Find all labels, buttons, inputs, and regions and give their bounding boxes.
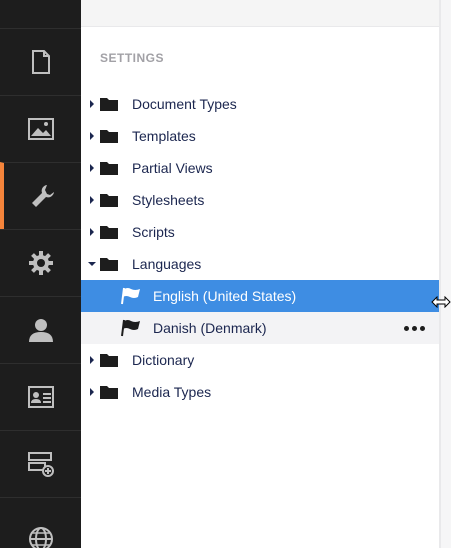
tree-item-label: Danish (Denmark) — [153, 320, 267, 336]
nav-forms[interactable] — [0, 430, 81, 497]
nav-members[interactable] — [0, 363, 81, 430]
tree-item-scripts[interactable]: Scripts — [81, 216, 439, 248]
image-icon — [27, 118, 54, 140]
id-card-icon — [27, 386, 54, 408]
tree-item-templates[interactable]: Templates — [81, 120, 439, 152]
folder-icon — [100, 386, 118, 399]
tree-item-languages[interactable]: Languages — [81, 248, 439, 280]
tree-item-label: Templates — [132, 128, 196, 144]
caret-right-icon[interactable] — [87, 99, 97, 109]
caret-right-icon[interactable] — [87, 131, 97, 141]
tree-item-stylesheets[interactable]: Stylesheets — [81, 184, 439, 216]
tree-item-english-united-states[interactable]: English (United States) — [81, 280, 439, 312]
tree-item-label: Partial Views — [132, 160, 213, 176]
tree-item-label: Scripts — [132, 224, 175, 240]
tree-item-dictionary[interactable]: Dictionary — [81, 344, 439, 376]
nav-users[interactable] — [0, 296, 81, 363]
document-icon — [31, 50, 50, 74]
folder-icon — [100, 162, 118, 175]
more-actions-icon[interactable] — [404, 322, 425, 334]
tree-item-document-types[interactable]: Document Types — [81, 88, 439, 120]
tree-item-partial-views[interactable]: Partial Views — [81, 152, 439, 184]
globe-icon — [28, 527, 53, 548]
tree-item-label: Dictionary — [132, 352, 195, 368]
caret-right-icon[interactable] — [87, 195, 97, 205]
folder-icon — [100, 130, 118, 143]
folder-icon — [100, 258, 118, 271]
section-title: SETTINGS — [100, 51, 165, 65]
caret-right-icon[interactable] — [87, 227, 97, 237]
tree-item-label: Languages — [132, 256, 202, 272]
folder-icon — [100, 98, 118, 111]
editor-area — [441, 0, 451, 548]
resize-cursor-icon — [431, 296, 451, 308]
caret-right-icon[interactable] — [87, 355, 97, 365]
forms-icon — [27, 452, 54, 477]
caret-down-icon[interactable] — [87, 259, 97, 269]
section-nav-rail — [0, 0, 81, 548]
nav-media[interactable] — [0, 95, 81, 162]
tree-item-label: Stylesheets — [132, 192, 205, 208]
flag-icon — [121, 319, 140, 337]
tree-item-label: English (United States) — [153, 288, 297, 304]
nav-translation[interactable] — [0, 497, 81, 548]
folder-icon — [100, 226, 118, 239]
flag-icon — [121, 287, 140, 305]
panel-header-strip — [81, 0, 439, 27]
folder-icon — [100, 194, 118, 207]
wrench-icon — [31, 185, 54, 207]
nav-settings[interactable] — [0, 162, 81, 229]
settings-tree-panel: SETTINGS Document Types Templates Partia… — [81, 0, 439, 548]
caret-right-icon[interactable] — [87, 387, 97, 397]
folder-icon — [100, 354, 118, 367]
tree-item-danish-denmark[interactable]: Danish (Denmark) — [81, 312, 439, 344]
gear-icon — [28, 251, 53, 275]
user-icon — [28, 319, 53, 342]
tree-item-media-types[interactable]: Media Types — [81, 376, 439, 408]
caret-right-icon[interactable] — [87, 163, 97, 173]
nav-packages[interactable] — [0, 229, 81, 296]
nav-content[interactable] — [0, 28, 81, 95]
tree-item-label: Document Types — [132, 96, 237, 112]
tree-item-label: Media Types — [132, 384, 212, 400]
app-window: SETTINGS Document Types Templates Partia… — [0, 0, 451, 548]
